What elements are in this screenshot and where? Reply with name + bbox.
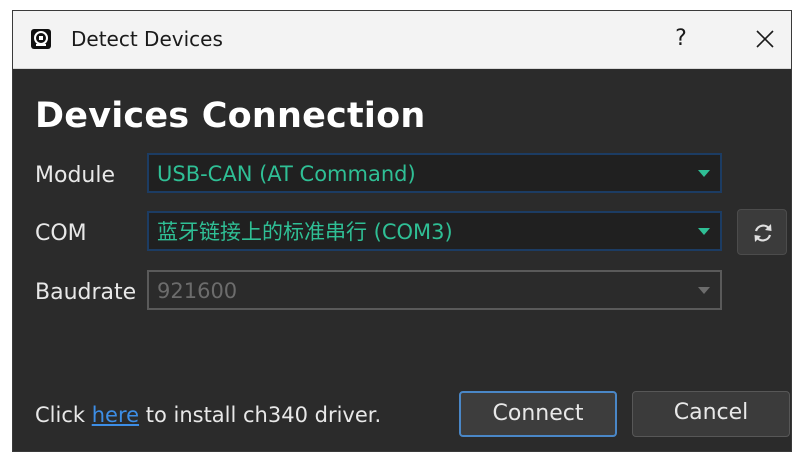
baudrate-select: 921600 [147, 270, 722, 310]
driver-hint-prefix: Click [35, 403, 92, 427]
close-icon [756, 30, 774, 48]
chevron-down-icon [698, 228, 710, 235]
help-button[interactable]: ? [661, 19, 701, 59]
refresh-icon [754, 224, 772, 242]
driver-hint-suffix: to install ch340 driver. [139, 403, 382, 427]
detect-devices-window: Detect Devices ? Devices Connection Modu… [12, 10, 792, 452]
module-select-value: USB-CAN (AT Command) [157, 162, 416, 186]
connect-button[interactable]: Connect [459, 391, 617, 437]
module-label: Module [35, 163, 115, 188]
baudrate-select-value: 921600 [157, 279, 238, 303]
app-logo-icon [31, 29, 51, 49]
refresh-com-button[interactable] [737, 209, 787, 255]
chevron-down-icon [698, 170, 710, 177]
baudrate-label: Baudrate [35, 280, 137, 305]
driver-install-hint: Click here to install ch340 driver. [35, 402, 381, 428]
com-select[interactable]: 蓝牙链接上的标准串行 (COM3) [147, 211, 722, 251]
window-title: Detect Devices [71, 27, 223, 51]
cancel-button[interactable]: Cancel [632, 391, 790, 437]
com-label: COM [35, 221, 87, 246]
chevron-down-icon [698, 287, 710, 294]
page-title: Devices Connection [35, 96, 426, 136]
module-select[interactable]: USB-CAN (AT Command) [147, 153, 722, 193]
title-bar: Detect Devices ? [13, 11, 791, 69]
com-select-value: 蓝牙链接上的标准串行 (COM3) [157, 220, 453, 244]
close-button[interactable] [745, 19, 785, 59]
install-driver-link[interactable]: here [92, 403, 139, 427]
